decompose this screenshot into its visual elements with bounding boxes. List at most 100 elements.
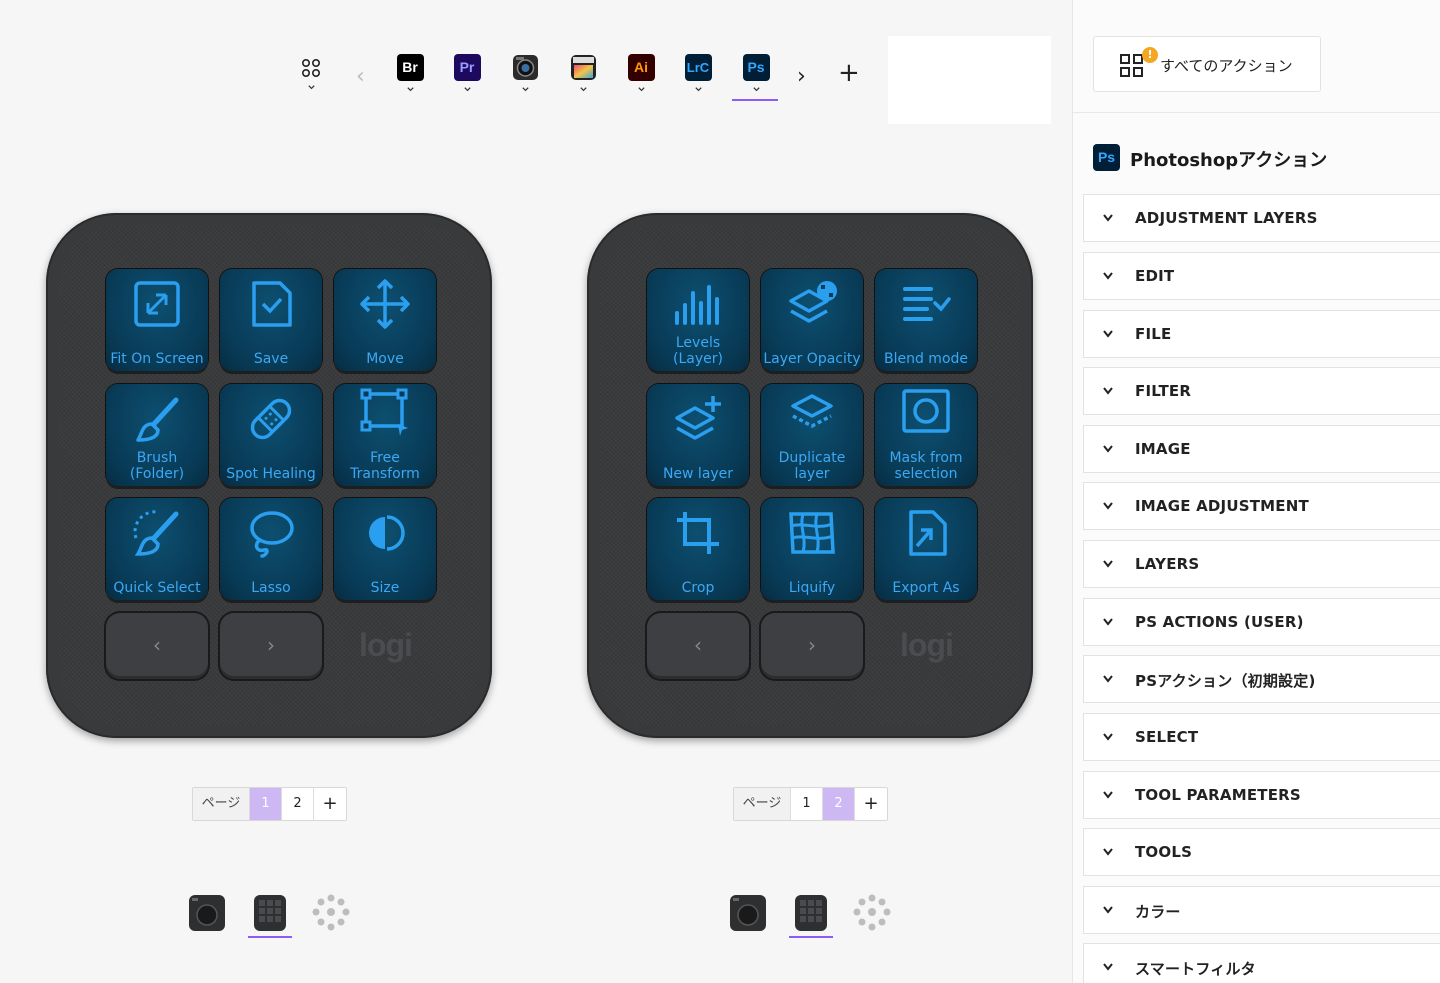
premiere-icon: Pr (453, 54, 481, 81)
key-label: Liquify (788, 580, 836, 596)
category-label: LAYERS (1135, 555, 1200, 573)
device-next-button[interactable]: › (220, 613, 322, 679)
category-filter[interactable]: FILTER (1083, 367, 1440, 415)
category-select[interactable]: SELECT (1083, 713, 1440, 761)
category-ps-actions-user[interactable]: PS ACTIONS (USER) (1083, 598, 1440, 646)
app-illustrator-button[interactable]: Ai (626, 54, 656, 94)
chevron-down-icon (1103, 675, 1113, 683)
category-label: IMAGE ADJUSTMENT (1135, 497, 1309, 515)
category-label: PS ACTIONS (USER) (1135, 613, 1304, 631)
category-smart-filter[interactable]: スマートフィルタ (1083, 943, 1440, 983)
view-selector (188, 894, 358, 940)
page-1-button[interactable]: 1 (250, 788, 282, 820)
page-2-button[interactable]: 2 (823, 788, 855, 820)
dial-view-icon[interactable] (729, 894, 767, 932)
key-label: Duplicate layer (778, 450, 846, 482)
page-2-button[interactable]: 2 (282, 788, 314, 820)
selected-view-indicator (789, 936, 833, 938)
key-crop[interactable]: Crop (647, 498, 749, 600)
category-image[interactable]: IMAGE (1083, 425, 1440, 473)
key-layer-opacity[interactable]: Layer Opacity (761, 269, 863, 371)
category-file[interactable]: FILE (1083, 310, 1440, 358)
move-icon (360, 279, 410, 329)
chevron-down-icon (1103, 963, 1113, 971)
category-label: IMAGE (1135, 440, 1191, 458)
chevron-down-icon (694, 87, 702, 92)
device-prev-button[interactable]: ‹ (647, 613, 749, 679)
category-layers[interactable]: LAYERS (1083, 540, 1440, 588)
lasso-icon (250, 511, 294, 558)
key-label: Lasso (251, 580, 291, 596)
key-label: Free Transform (350, 450, 420, 482)
add-page-button[interactable]: + (314, 788, 346, 820)
all-actions-button[interactable]: ! すべてのアクション (1093, 36, 1321, 92)
illustrator-icon: Ai (627, 54, 655, 81)
key-save[interactable]: Save (220, 269, 322, 371)
category-tools[interactable]: TOOLS (1083, 828, 1440, 876)
logi-logo: logi (900, 627, 954, 663)
key-free-transform[interactable]: Free Transform (334, 384, 436, 486)
key-levels-layer[interactable]: Levels (Layer) (647, 269, 749, 371)
blend-mode-icon (903, 287, 951, 321)
lightroom-icon: LrC (684, 54, 712, 81)
app-final-cut-button[interactable] (568, 54, 598, 94)
bridge-icon: Br (396, 54, 424, 81)
category-label: FILE (1135, 325, 1172, 343)
category-image-adjustment[interactable]: IMAGE ADJUSTMENT (1083, 482, 1440, 530)
ring-view-icon[interactable] (853, 894, 891, 932)
liquify-icon (789, 512, 835, 554)
key-spot-healing[interactable]: Spot Healing (220, 384, 322, 486)
chevron-down-icon (1103, 214, 1113, 222)
key-liquify[interactable]: Liquify (761, 498, 863, 600)
key-blend-mode[interactable]: Blend mode (875, 269, 977, 371)
page-1-button[interactable]: 1 (791, 788, 823, 820)
levels-icon (675, 285, 719, 325)
keypad-view-icon[interactable] (251, 894, 289, 932)
category-ps-actions-default[interactable]: PSアクション（初期設定) (1083, 655, 1440, 703)
dial-view-icon[interactable] (188, 894, 226, 932)
chevron-down-icon (579, 87, 587, 92)
quick-select-icon (133, 510, 179, 556)
key-duplicate-layer[interactable]: Duplicate layer (761, 384, 863, 486)
category-adjustment-layers[interactable]: ADJUSTMENT LAYERS (1083, 194, 1440, 242)
toolbar-prev-button[interactable]: ‹ (356, 64, 365, 89)
key-export-as[interactable]: Export As (875, 498, 977, 600)
category-color[interactable]: カラー (1083, 886, 1440, 934)
key-quick-select[interactable]: Quick Select (106, 498, 208, 600)
chevron-down-icon (463, 87, 471, 92)
all-apps-button[interactable] (296, 54, 326, 92)
key-new-layer[interactable]: New layer (647, 384, 749, 486)
app-camera-button[interactable] (510, 54, 540, 94)
app-bridge-button[interactable]: Br (395, 54, 425, 94)
key-fit-on-screen[interactable]: Fit On Screen (106, 269, 208, 371)
device-prev-button[interactable]: ‹ (106, 613, 208, 679)
category-tool-parameters[interactable]: TOOL PARAMETERS (1083, 771, 1440, 819)
device-next-button[interactable]: › (761, 613, 863, 679)
key-lasso[interactable]: Lasso (220, 498, 322, 600)
key-size[interactable]: Size (334, 498, 436, 600)
add-page-button[interactable]: + (855, 788, 887, 820)
page-selector: ページ 1 2 + (192, 787, 347, 821)
category-edit[interactable]: EDIT (1083, 252, 1440, 300)
key-label: Mask from selection (889, 450, 963, 482)
key-label: Crop (681, 580, 715, 596)
key-brush[interactable]: Brush (Folder) (106, 384, 208, 486)
app-premiere-button[interactable]: Pr (452, 54, 482, 94)
chevron-down-icon (307, 85, 315, 90)
app-photoshop-button[interactable]: Ps (741, 54, 771, 94)
chevron-down-icon (1103, 502, 1113, 510)
warning-badge: ! (1142, 47, 1158, 63)
toolbar-next-button[interactable]: › (797, 64, 806, 89)
key-label: Quick Select (113, 580, 201, 596)
view-selector (729, 894, 899, 940)
category-label: EDIT (1135, 267, 1175, 285)
add-app-button[interactable]: + (838, 58, 860, 88)
key-mask-from-selection[interactable]: Mask from selection (875, 384, 977, 486)
layer-opacity-icon (789, 281, 837, 323)
page-label: ページ (734, 788, 791, 820)
ring-view-icon[interactable] (312, 894, 350, 932)
app-lightroom-button[interactable]: LrC (683, 54, 713, 94)
keypad-view-icon[interactable] (792, 894, 830, 932)
key-move[interactable]: Move (334, 269, 436, 371)
new-layer-icon (675, 396, 721, 440)
